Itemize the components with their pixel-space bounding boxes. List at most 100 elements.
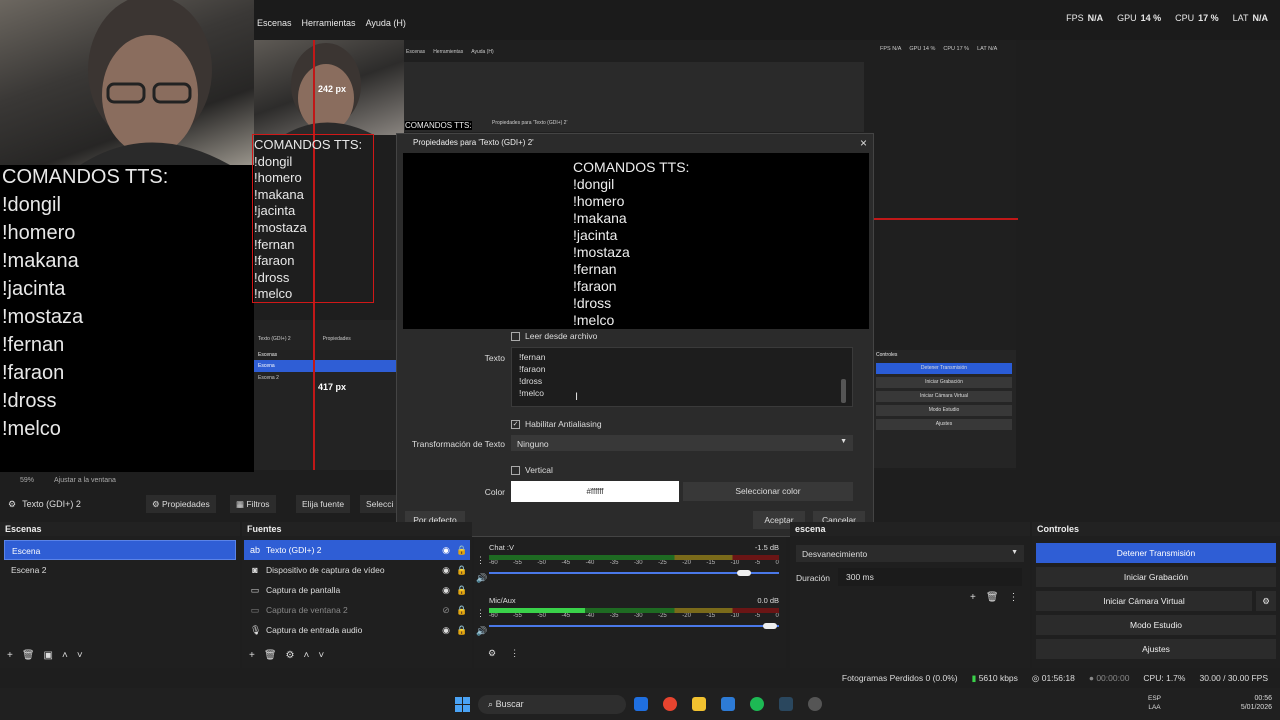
chevron-down-icon[interactable]: ˅ xyxy=(318,650,324,661)
mixer-tick: -30 xyxy=(633,613,643,619)
volume-slider[interactable] xyxy=(489,570,779,576)
stat-fps-value: N/A xyxy=(1087,13,1104,23)
more-icon[interactable]: ⋮ xyxy=(476,608,485,619)
source-name: Texto (GDI+) 2 xyxy=(22,499,81,509)
source-item[interactable]: ▭ Captura de pantalla ◉ 🔒 xyxy=(244,580,470,600)
text-input[interactable]: !fernan !faraon !dross !melco xyxy=(511,347,853,407)
windows-start-icon[interactable] xyxy=(455,697,470,712)
sources-dock: Fuentes ab Texto (GDI+) 2 ◉ 🔒 ◙ Dispositivo … xyxy=(242,522,472,668)
scene-item[interactable]: Escena xyxy=(4,540,236,560)
mixer-tick: -55 xyxy=(513,613,522,619)
eye-icon[interactable]: ◉ xyxy=(438,580,454,600)
start-recording-button[interactable]: Iniciar Grabación xyxy=(1036,567,1276,587)
stat-cpu-value: 17 % xyxy=(1198,13,1219,23)
filter-icon[interactable]: ▣ xyxy=(44,650,53,661)
lock-icon[interactable]: 🔒 xyxy=(454,540,470,560)
eye-icon[interactable]: ◉ xyxy=(438,560,454,580)
mixer-meter xyxy=(489,555,779,560)
store-icon[interactable] xyxy=(721,697,735,711)
menu-herramientas[interactable]: Herramientas xyxy=(302,18,356,28)
clock[interactable]: 00:56 5/01/2026 xyxy=(1220,694,1272,712)
select-color-button[interactable]: Seleccionar color xyxy=(683,482,853,501)
zoom-level[interactable]: 59% xyxy=(20,477,34,484)
source-label: Captura de entrada audio xyxy=(266,625,363,635)
mixer-tick: -5 xyxy=(754,560,761,566)
source-item[interactable]: ab Texto (GDI+) 2 ◉ 🔒 xyxy=(244,540,470,560)
chevron-up-icon[interactable]: ˄ xyxy=(304,650,310,661)
choose-font-button[interactable]: Elija fuente xyxy=(296,495,351,513)
transform-select[interactable]: Ninguno ▼ xyxy=(511,435,853,451)
menu-escenas[interactable]: Escenas xyxy=(257,18,292,28)
obs-icon[interactable] xyxy=(808,697,822,711)
stat-lat-label: LAT xyxy=(1232,13,1249,23)
vertical-checkbox[interactable] xyxy=(511,466,520,476)
command-item: !dongil xyxy=(573,176,615,192)
mixer-tick: -25 xyxy=(658,560,667,566)
volume-knob[interactable] xyxy=(737,570,751,576)
eye-icon[interactable]: ◉ xyxy=(438,620,454,640)
transition-select[interactable]: Desvanecimiento ▼ xyxy=(796,545,1024,562)
add-icon[interactable]: + xyxy=(249,650,255,661)
folder-icon[interactable] xyxy=(692,697,706,711)
add-icon[interactable]: + xyxy=(970,592,976,603)
spotify-icon[interactable] xyxy=(750,697,764,711)
source-item[interactable]: 🎙 Captura de entrada audio ◉ 🔒 xyxy=(244,620,470,640)
copilot-icon[interactable] xyxy=(634,697,648,711)
close-icon[interactable]: × xyxy=(860,136,867,150)
source-item[interactable]: ◙ Dispositivo de captura de vídeo ◉ 🔒 xyxy=(244,560,470,580)
trash-icon[interactable]: 🗑 xyxy=(22,650,35,661)
more-icon[interactable]: ⋮ xyxy=(476,555,485,566)
selection-box[interactable] xyxy=(252,134,374,303)
lock-icon[interactable]: 🔒 xyxy=(454,620,470,640)
eye-hidden-icon[interactable]: ⊘ xyxy=(438,600,454,620)
trash-icon[interactable]: 🗑 xyxy=(986,592,999,603)
speaker-icon[interactable]: 🔊 xyxy=(476,573,487,584)
properties-button[interactable]: ⚙ Propiedades xyxy=(146,495,216,513)
settings-button[interactable]: Ajustes xyxy=(1036,639,1276,659)
zoom-fit-select[interactable]: Ajustar a la ventana xyxy=(54,477,116,484)
trash-icon[interactable]: 🗑 xyxy=(264,650,277,661)
more-icon[interactable]: ⋮ xyxy=(510,648,519,659)
read-file-checkbox[interactable] xyxy=(511,332,520,342)
scene-item[interactable]: Escena 2 xyxy=(4,560,236,580)
volume-knob[interactable] xyxy=(763,623,777,629)
lock-icon[interactable]: 🔒 xyxy=(454,580,470,600)
chevron-down-icon[interactable]: ˅ xyxy=(77,650,83,661)
lock-icon[interactable]: 🔒 xyxy=(454,560,470,580)
mixer-tick: -30 xyxy=(633,560,643,566)
gear-icon[interactable]: ⚙ xyxy=(1256,591,1276,611)
source-label: Captura de ventana 2 xyxy=(266,605,348,615)
more-icon[interactable]: ⋮ xyxy=(1009,592,1019,603)
speaker-icon[interactable]: 🔊 xyxy=(476,626,487,637)
color-swatch[interactable]: #ffffff xyxy=(511,481,679,502)
language-indicator[interactable]: ESP LAA xyxy=(1148,694,1161,712)
chrome-icon[interactable] xyxy=(663,697,677,711)
sources-footer: + 🗑 ⚙ ˄ ˅ xyxy=(242,648,331,663)
source-item[interactable]: ▭ Captura de ventana 2 ⊘ 🔒 xyxy=(244,600,470,620)
duration-input[interactable]: 300 ms xyxy=(838,568,1022,586)
gear-icon[interactable]: ⚙ xyxy=(488,648,496,659)
scenes-footer: + 🗑 ▣ ˄ ˅ xyxy=(0,648,90,663)
signal-icon: ▮ xyxy=(971,673,977,683)
chevron-up-icon[interactable]: ˄ xyxy=(62,650,68,661)
mixer-scale: -60 -55 -50 -45 -40 -35 -30 -25 -20 -15 -10 -5 0 xyxy=(489,613,779,619)
studio-mode-button[interactable]: Modo Estudio xyxy=(1036,615,1276,635)
stat-lat: LAT N/A xyxy=(1233,13,1268,23)
eye-icon[interactable]: ◉ xyxy=(438,540,454,560)
text-scrollbar[interactable] xyxy=(841,379,846,403)
antialias-checkbox[interactable]: ✓ xyxy=(511,420,520,430)
volume-slider[interactable] xyxy=(489,623,779,629)
nested-source-toolbar: Texto (GDI+) 2 Propiedades xyxy=(254,320,404,342)
taskbar-search[interactable]: ⌕ Buscar xyxy=(478,695,626,714)
virtual-camera-button[interactable]: Iniciar Cámara Virtual xyxy=(1036,591,1252,611)
lock-icon[interactable]: 🔒 xyxy=(454,600,470,620)
stop-streaming-button[interactable]: Detener Transmisión xyxy=(1036,543,1276,563)
add-icon[interactable]: + xyxy=(7,650,13,661)
duration-label: Duración xyxy=(796,573,831,583)
filters-button[interactable]: ▦ Filtros xyxy=(230,495,276,513)
steam-icon[interactable] xyxy=(779,697,793,711)
menu-ayuda[interactable]: Ayuda (H) xyxy=(366,18,406,28)
select-button[interactable]: Selecci xyxy=(360,495,396,513)
gear-icon[interactable]: ⚙ xyxy=(286,650,295,661)
transition-footer: + 🗑 ⋮ xyxy=(970,592,1019,603)
